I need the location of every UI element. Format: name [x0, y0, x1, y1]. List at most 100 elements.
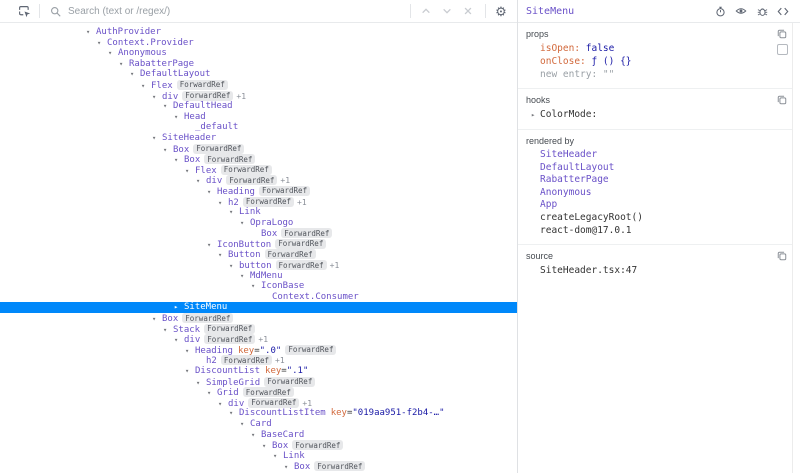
- tree-row-box[interactable]: Box ForwardRef: [0, 228, 517, 239]
- tree-row-box[interactable]: ▾ Box ForwardRef: [0, 313, 517, 324]
- prop-value[interactable]: false: [586, 43, 615, 54]
- expand-arrow-icon[interactable]: ▾: [218, 250, 228, 261]
- tree-row-link[interactable]: ▾ Link: [0, 207, 517, 218]
- scrollbar-gutter[interactable]: [792, 23, 800, 473]
- props-checkbox[interactable]: [777, 44, 788, 55]
- rendered-by-item[interactable]: App: [526, 199, 784, 212]
- expand-arrow-icon[interactable]: ▾: [185, 346, 195, 357]
- expand-arrow-icon[interactable]: ▾: [218, 198, 228, 209]
- expand-arrow-icon[interactable]: ▾: [174, 155, 184, 166]
- expand-arrow-icon[interactable]: ▾: [163, 325, 173, 336]
- expand-arrow-icon[interactable]: ▾: [251, 281, 261, 292]
- expand-arrow-icon[interactable]: ▾: [185, 166, 195, 177]
- view-source-icon[interactable]: [775, 3, 791, 19]
- tree-row-box[interactable]: ▾ Box ForwardRef: [0, 461, 517, 472]
- tree-row-div[interactable]: ▾ div ForwardRef +1: [0, 334, 517, 345]
- tree-row-simplegrid[interactable]: ▾ SimpleGrid ForwardRef: [0, 376, 517, 389]
- tree-row-siteheader[interactable]: ▾ SiteHeader: [0, 133, 517, 144]
- rendered-by-item[interactable]: Anonymous: [526, 187, 784, 200]
- tree-row-flex[interactable]: ▾ Flex ForwardRef: [0, 164, 517, 177]
- expand-arrow-icon[interactable]: ▾: [108, 48, 118, 59]
- tree-row-heading[interactable]: ▾ Heading key=".0" ForwardRef: [0, 344, 517, 357]
- copy-icon[interactable]: [777, 95, 787, 105]
- expand-arrow-icon[interactable]: ▾: [196, 176, 206, 187]
- tree-row-discountlistitem[interactable]: ▾ DiscountListItem key="019aa951-f2b4-…": [0, 408, 517, 419]
- tree-row-box[interactable]: ▾ Box ForwardRef: [0, 154, 517, 165]
- copy-icon[interactable]: [777, 251, 787, 261]
- expand-arrow-icon[interactable]: ▾: [163, 145, 173, 156]
- tree-row-stack[interactable]: ▾ Stack ForwardRef: [0, 323, 517, 336]
- search-input[interactable]: [68, 5, 403, 17]
- tree-row-box[interactable]: ▾ Box ForwardRef: [0, 143, 517, 156]
- tree-row-basecard[interactable]: ▾ BaseCard: [0, 430, 517, 441]
- tree-row-link[interactable]: ▾ Link: [0, 451, 517, 462]
- expand-arrow-icon[interactable]: ▾: [251, 430, 261, 441]
- expand-arrow-icon[interactable]: ▾: [152, 92, 162, 103]
- tree-row-anonymous[interactable]: ▾ Anonymous: [0, 48, 517, 59]
- expand-arrow-icon[interactable]: ▾: [119, 59, 129, 70]
- tree-row-heading[interactable]: ▾ Heading ForwardRef: [0, 185, 517, 198]
- tree-row-discountlist[interactable]: ▾ DiscountList key=".1": [0, 366, 517, 377]
- timer-icon[interactable]: [712, 3, 728, 19]
- tree-row-div[interactable]: ▾ div ForwardRef +1: [0, 397, 517, 410]
- tree-row-grid[interactable]: ▾ Grid ForwardRef: [0, 387, 517, 398]
- tree-row-iconbutton[interactable]: ▾ IconButton ForwardRef: [0, 238, 517, 251]
- new-entry-row[interactable]: new entry: "": [526, 68, 784, 81]
- expand-arrow-icon[interactable]: ▾: [174, 335, 184, 346]
- expand-arrow-icon[interactable]: ▾: [152, 314, 162, 325]
- expand-arrow-icon[interactable]: ▾: [240, 218, 250, 229]
- rendered-by-item[interactable]: DefaultLayout: [526, 162, 784, 175]
- inspect-icon[interactable]: [16, 3, 32, 19]
- rendered-by-item[interactable]: SiteHeader: [526, 149, 784, 162]
- tree-row-context-provider[interactable]: ▾ Context.Provider: [0, 38, 517, 49]
- expand-arrow-icon[interactable]: ▾: [218, 399, 228, 410]
- expand-arrow-icon[interactable]: ▸: [531, 109, 540, 122]
- expand-arrow-icon[interactable]: ▾: [240, 419, 250, 430]
- expand-arrow-icon[interactable]: ▾: [229, 261, 239, 272]
- tree-row-div[interactable]: ▾ div ForwardRef +1: [0, 175, 517, 186]
- expand-arrow-icon[interactable]: ▾: [130, 69, 140, 80]
- expand-arrow-icon[interactable]: ▾: [185, 366, 195, 377]
- expand-arrow-icon[interactable]: ▾: [284, 462, 294, 473]
- tree-row-flex[interactable]: ▾ Flex ForwardRef: [0, 79, 517, 92]
- rendered-by-item[interactable]: RabatterPage: [526, 174, 784, 187]
- tree-row-context-consumer[interactable]: Context.Consumer: [0, 292, 517, 303]
- bug-icon[interactable]: [754, 3, 770, 19]
- hook-row-colormode[interactable]: ▸ ColorMode:: [526, 108, 784, 122]
- tree-row-head[interactable]: ▾ Head: [0, 112, 517, 123]
- tree-row-button[interactable]: ▾ Button ForwardRef: [0, 249, 517, 260]
- tree-row-h2[interactable]: h2 ForwardRef +1: [0, 355, 517, 366]
- tree-row-div[interactable]: ▾ div ForwardRef +1: [0, 90, 517, 103]
- expand-arrow-icon[interactable]: ▾: [262, 441, 272, 452]
- tree-row-opralogo[interactable]: ▾ OpraLogo: [0, 218, 517, 229]
- expand-arrow-icon[interactable]: ▸: [174, 302, 184, 313]
- expand-arrow-icon[interactable]: ▾: [207, 187, 217, 198]
- tree-row-iconbase[interactable]: ▾ IconBase: [0, 281, 517, 292]
- expand-arrow-icon[interactable]: ▾: [240, 271, 250, 282]
- tree-row-sitemenu[interactable]: ▸ SiteMenu: [0, 302, 517, 314]
- tree-row-card[interactable]: ▾ Card: [0, 419, 517, 430]
- expand-arrow-icon[interactable]: ▾: [163, 101, 173, 112]
- tree-row--default[interactable]: _default: [0, 122, 517, 133]
- expand-arrow-icon[interactable]: ▾: [141, 81, 151, 92]
- expand-arrow-icon[interactable]: ▾: [97, 38, 107, 49]
- clear-search-icon[interactable]: [460, 3, 476, 19]
- tree-row-mdmenu[interactable]: ▾ MdMenu: [0, 271, 517, 282]
- tree-row-button[interactable]: ▾ button ForwardRef +1: [0, 260, 517, 271]
- tree-row-rabatterpage[interactable]: ▾ RabatterPage: [0, 59, 517, 70]
- expand-arrow-icon[interactable]: ▾: [152, 133, 162, 144]
- expand-arrow-icon[interactable]: ▾: [207, 388, 217, 399]
- expand-arrow-icon[interactable]: ▾: [86, 27, 96, 38]
- tree-row-h2[interactable]: ▾ h2 ForwardRef +1: [0, 196, 517, 209]
- prev-match-icon[interactable]: [418, 3, 434, 19]
- tree-row-defaulthead[interactable]: ▾ DefaultHead: [0, 101, 517, 112]
- tree-row-authprovider[interactable]: ▾ AuthProvider: [0, 27, 517, 38]
- tree-row-defaultlayout[interactable]: ▾ DefaultLayout: [0, 69, 517, 80]
- settings-gear-icon[interactable]: ⚙: [493, 3, 509, 19]
- expand-arrow-icon[interactable]: ▾: [207, 240, 217, 251]
- expand-arrow-icon[interactable]: ▾: [196, 378, 206, 389]
- expand-arrow-icon[interactable]: ▾: [229, 408, 239, 419]
- new-entry-value[interactable]: "": [603, 69, 614, 80]
- expand-arrow-icon[interactable]: ▾: [273, 451, 283, 462]
- expand-arrow-icon[interactable]: ▾: [229, 207, 239, 218]
